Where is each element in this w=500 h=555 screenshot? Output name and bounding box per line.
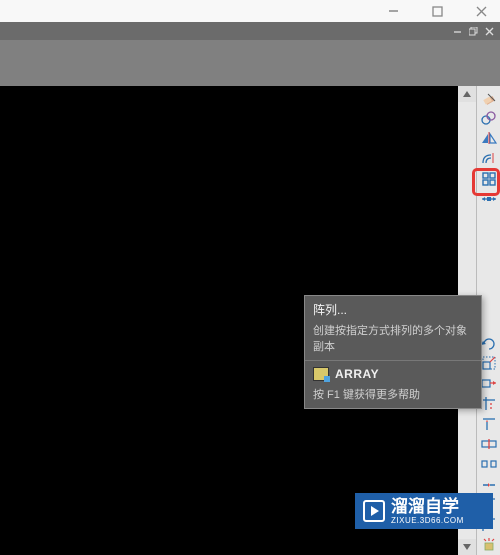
os-maximize-button[interactable] xyxy=(422,2,452,20)
scroll-down-button[interactable] xyxy=(458,539,476,555)
os-titlebar xyxy=(0,0,500,22)
tooltip-command: ARRAY xyxy=(335,367,379,381)
break-point-icon xyxy=(480,435,498,453)
rotate-icon xyxy=(480,334,498,352)
move-tool[interactable] xyxy=(478,189,500,208)
array-tool[interactable] xyxy=(478,169,500,188)
os-close-button[interactable] xyxy=(466,2,496,20)
tooltip-description: 创建按指定方式排列的多个对象副本 xyxy=(305,320,481,360)
tooltip: 阵列... 创建按指定方式排列的多个对象副本 ARRAY 按 F1 键获得更多帮… xyxy=(304,295,482,409)
array-icon xyxy=(480,170,498,188)
mirror-icon xyxy=(480,129,498,147)
command-icon xyxy=(313,367,329,381)
app-window-controls xyxy=(0,22,500,40)
scroll-up-button[interactable] xyxy=(458,86,476,102)
erase-tool[interactable] xyxy=(478,88,500,107)
extend-tool[interactable] xyxy=(478,414,500,433)
join-tool[interactable] xyxy=(478,475,500,494)
move-icon xyxy=(480,190,498,208)
trim-icon xyxy=(480,395,498,413)
app-minimize-button[interactable] xyxy=(450,24,464,38)
app-restore-button[interactable] xyxy=(466,24,480,38)
watermark-url: ZIXUE.3D66.COM xyxy=(391,517,464,525)
watermark-brand: 溜溜自学 xyxy=(391,498,464,515)
tooltip-title: 阵列... xyxy=(305,296,481,320)
play-icon xyxy=(363,500,385,522)
os-minimize-button[interactable] xyxy=(378,2,408,20)
offset-icon xyxy=(480,149,498,167)
explode-tool[interactable] xyxy=(478,536,500,555)
scale-icon xyxy=(480,354,498,372)
tooltip-command-row: ARRAY xyxy=(305,361,481,384)
stretch-icon xyxy=(480,374,498,392)
extend-icon xyxy=(480,415,498,433)
break-tool[interactable] xyxy=(478,455,500,474)
ribbon-area xyxy=(0,40,500,86)
join-icon xyxy=(480,476,498,494)
copy-tool[interactable] xyxy=(478,108,500,127)
copy-icon xyxy=(480,109,498,127)
explode-icon xyxy=(480,536,498,554)
app-close-button[interactable] xyxy=(482,24,496,38)
break-point-tool[interactable] xyxy=(478,434,500,453)
mirror-tool[interactable] xyxy=(478,129,500,148)
tooltip-help: 按 F1 键获得更多帮助 xyxy=(305,384,481,408)
workspace: 阵列... 创建按指定方式排列的多个对象副本 ARRAY 按 F1 键获得更多帮… xyxy=(0,86,500,555)
erase-icon xyxy=(480,89,498,107)
break-icon xyxy=(480,455,498,473)
offset-tool[interactable] xyxy=(478,149,500,168)
watermark: 溜溜自学 ZIXUE.3D66.COM xyxy=(355,493,493,529)
